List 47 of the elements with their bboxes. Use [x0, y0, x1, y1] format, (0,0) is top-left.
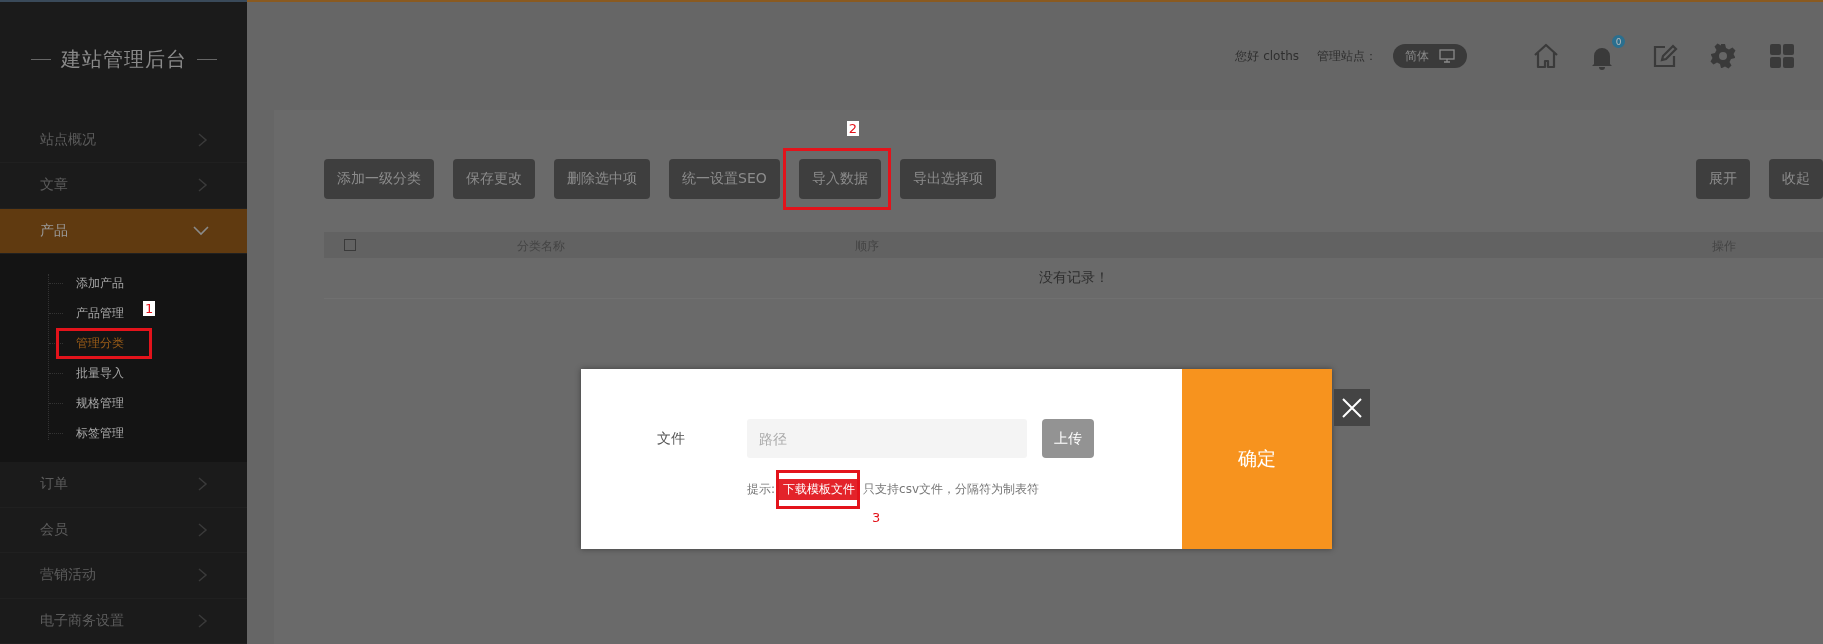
- submenu-item[interactable]: 批量导入: [76, 364, 124, 382]
- sidebar-item[interactable]: 订单: [0, 462, 247, 508]
- upload-button[interactable]: 上传: [1042, 419, 1094, 458]
- chevron-right-icon: [197, 613, 209, 628]
- submenu-item[interactable]: 规格管理: [76, 394, 124, 412]
- submenu-item[interactable]: 管理分类: [76, 334, 124, 352]
- empty-message: 没有记录！: [1038, 269, 1109, 287]
- site-logo-title: 建站管理后台: [60, 46, 187, 74]
- sidebar-item[interactable]: 站点概况: [0, 117, 247, 164]
- checkbox[interactable]: [344, 239, 356, 251]
- field-label: 文件: [657, 429, 686, 448]
- toolbar-button[interactable]: 收起: [1769, 159, 1823, 199]
- submenu-item[interactable]: 产品管理: [76, 304, 124, 322]
- settings-icon[interactable]: [1709, 42, 1737, 70]
- chevron-right-icon: [197, 132, 209, 147]
- sidebar-item[interactable]: 文章: [0, 163, 247, 209]
- hint-label: 提示:: [747, 481, 776, 498]
- sidebar-item[interactable]: 营销活动: [0, 553, 247, 599]
- annotation-number: 3: [871, 510, 882, 525]
- sidebar-item[interactable]: 产品: [0, 208, 247, 255]
- toolbar-button[interactable]: 添加一级分类: [324, 159, 434, 199]
- sidebar-item[interactable]: 会员: [0, 507, 247, 554]
- sidebar-item[interactable]: 电子商务设置: [0, 598, 247, 644]
- confirm-button[interactable]: 确定: [1182, 369, 1332, 549]
- home-icon[interactable]: [1532, 42, 1560, 70]
- language-selector[interactable]: 简体: [1393, 44, 1467, 68]
- submenu-item[interactable]: 添加产品: [76, 274, 124, 292]
- chevron-down-icon: [193, 225, 209, 236]
- toolbar-button[interactable]: 展开: [1696, 159, 1750, 199]
- chevron-right-icon: [197, 522, 209, 537]
- path-input-field[interactable]: 路径: [747, 419, 1027, 458]
- download-template-link[interactable]: 下载模板文件: [779, 479, 860, 500]
- notification-badge: 0: [1612, 35, 1625, 48]
- submenu-item[interactable]: 标签管理: [76, 424, 124, 442]
- monitor-icon: [1439, 49, 1455, 63]
- chevron-right-icon: [197, 178, 209, 193]
- hint-text: 只支持csv文件，分隔符为制表符: [863, 481, 1039, 498]
- toolbar-button[interactable]: 保存更改: [453, 159, 535, 199]
- toolbar-button[interactable]: 删除选中项: [554, 159, 650, 199]
- toolbar-button[interactable]: 导出选择项: [899, 159, 996, 199]
- toolbar-button[interactable]: 统一设置SEO: [669, 159, 780, 199]
- close-button[interactable]: [1334, 389, 1370, 426]
- chevron-right-icon: [197, 477, 209, 492]
- grid-icon[interactable]: [1768, 42, 1796, 70]
- toolbar-button[interactable]: 导入数据: [798, 159, 881, 199]
- chevron-right-icon: [197, 568, 209, 583]
- close-icon: [1341, 396, 1363, 419]
